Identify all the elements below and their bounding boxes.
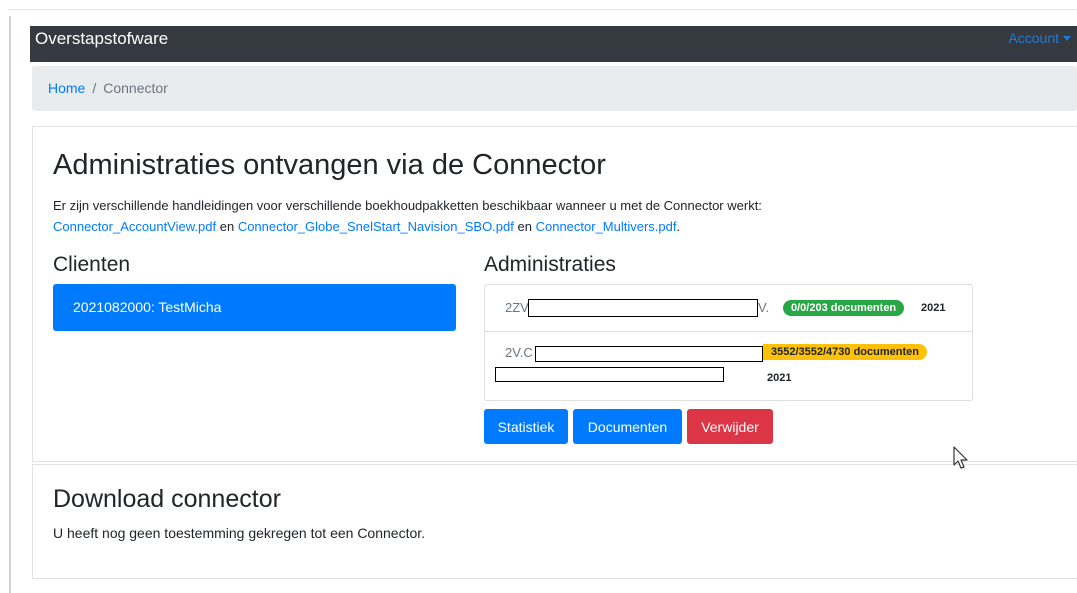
redacted-block xyxy=(535,346,763,362)
download-message: U heeft nog geen toestemming gekregen to… xyxy=(53,525,426,541)
documents-badge: 3552/3552/4730 documenten xyxy=(763,344,927,360)
breadcrumb-separator: / xyxy=(92,80,97,96)
client-label: 2021082000: TestMicha xyxy=(73,299,222,315)
breadcrumb: Home / Connector xyxy=(32,66,1077,111)
administratie-name-prefix: 2ZV xyxy=(505,300,529,315)
statistiek-button[interactable]: Statistiek xyxy=(484,409,568,444)
intro-text: Er zijn verschillende handleidingen voor… xyxy=(53,198,762,213)
administratie-year: 2021 xyxy=(767,372,792,384)
administraties-heading: Administraties xyxy=(484,253,616,276)
window-top-edge xyxy=(9,9,1077,10)
breadcrumb-home-link[interactable]: Home xyxy=(48,80,85,96)
page-title: Administraties ontvangen via de Connecto… xyxy=(53,149,606,181)
client-list-item[interactable]: 2021082000: TestMicha xyxy=(53,284,456,331)
link-joiner: en xyxy=(219,219,235,234)
redacted-block xyxy=(528,299,758,317)
manual-link-multivers[interactable]: Connector_Multivers.pdf xyxy=(536,219,677,234)
download-heading: Download connector xyxy=(53,485,281,513)
administratie-name-suffix: V. xyxy=(758,300,770,315)
brand-link[interactable]: Overstapstofware xyxy=(35,29,168,49)
administratie-year: 2021 xyxy=(921,302,946,314)
administraties-list: 2ZV V. 0/0/203 documenten 2021 2V.C 3552… xyxy=(484,284,973,401)
window-left-edge xyxy=(9,16,11,593)
documents-badge: 0/0/203 documenten xyxy=(783,300,905,316)
administratie-item[interactable]: 2V.C 3552/3552/4730 documenten 2021 xyxy=(485,332,972,400)
clients-heading: Clienten xyxy=(53,253,131,276)
breadcrumb-current: Connector xyxy=(103,80,168,96)
administratie-item[interactable]: 2ZV V. 0/0/203 documenten 2021 xyxy=(485,285,972,332)
mouse-cursor-icon xyxy=(953,446,968,469)
navbar: Overstapstofware Account xyxy=(30,26,1077,62)
manual-link-globe-snelstart[interactable]: Connector_Globe_SnelStart_Navision_SBO.p… xyxy=(238,219,514,234)
download-card: Download connector U heeft nog geen toes… xyxy=(32,464,1077,579)
chevron-down-icon xyxy=(1063,36,1071,41)
account-label: Account xyxy=(1008,30,1059,46)
administratie-name-prefix: 2V.C xyxy=(505,345,533,360)
redacted-block xyxy=(495,367,724,382)
connector-card: Administraties ontvangen via de Connecto… xyxy=(32,126,1077,462)
intro-paragraph: Er zijn verschillende handleidingen voor… xyxy=(53,195,953,237)
account-dropdown[interactable]: Account xyxy=(1008,30,1071,46)
manual-link-accountview[interactable]: Connector_AccountView.pdf xyxy=(53,219,216,234)
end-punctuation: . xyxy=(676,219,681,234)
link-joiner: en xyxy=(517,219,532,234)
verwijder-button[interactable]: Verwijder xyxy=(687,409,773,444)
documenten-button[interactable]: Documenten xyxy=(573,409,682,444)
